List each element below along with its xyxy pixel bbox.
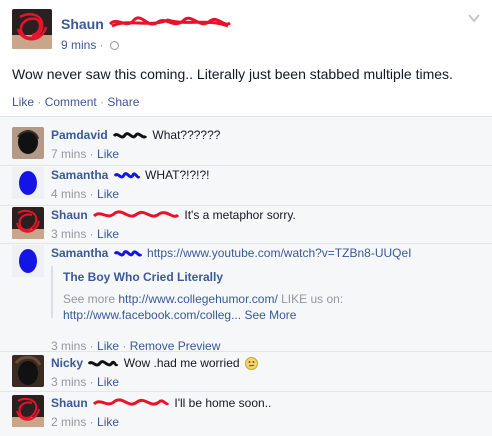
facebook-link[interactable]: http://www.facebook.com/colleg... — [63, 308, 241, 322]
like-us-text: LIKE us on: — [281, 292, 344, 306]
link-preview-description: See more http://www.collegehumor.com/ LI… — [63, 291, 443, 323]
avatar-image — [12, 127, 44, 159]
avatar-image — [12, 207, 44, 239]
redacted-name-scribble — [92, 398, 170, 406]
comment-like-link[interactable]: Like — [97, 375, 119, 389]
post-timestamp[interactable]: 9 mins — [61, 38, 96, 52]
comment-like-link[interactable]: Like — [97, 415, 119, 429]
like-link[interactable]: Like — [12, 95, 34, 109]
comment-url-link[interactable]: https://www.youtube.com/watch?v=TZBn8-UU… — [147, 246, 411, 260]
divider — [0, 391, 492, 392]
comment-body: Samantha https://www.youtube.com/watch?v… — [51, 245, 484, 261]
comment-meta: 4 mins · Like — [51, 186, 484, 202]
separator: · — [86, 147, 98, 161]
comment-text: Wow .had me worried — [123, 356, 240, 370]
link-preview[interactable]: The Boy Who Cried Literally See more htt… — [51, 266, 443, 322]
comment-like-link[interactable]: Like — [97, 147, 119, 161]
separator: · — [86, 415, 98, 429]
comment-text: WHAT?!?!?! — [145, 168, 210, 182]
divider — [0, 205, 492, 206]
comment-body: Shaun I'll be home soon.. 2 mins · Like — [51, 395, 484, 430]
divider — [0, 351, 492, 352]
see-more-text: See more — [63, 292, 116, 306]
comment-time[interactable]: 2 mins — [51, 415, 86, 429]
comment-avatar[interactable] — [12, 245, 44, 277]
separator: · — [86, 227, 98, 241]
comment-meta: 2 mins · Like — [51, 414, 484, 430]
comment-avatar[interactable] — [12, 355, 44, 387]
comment-item: Shaun It's a metaphor sorry. 3 mins · Li… — [12, 207, 484, 241]
comment-item: Nicky Wow .had me worried 3 mins · Like — [12, 355, 484, 389]
comment-item: Pamdavid What?????? 7 mins · Like — [12, 127, 484, 161]
redacted-name-scribble — [113, 250, 143, 257]
smiley-icon — [244, 357, 258, 370]
comment-meta: 3 mins · Like — [51, 374, 484, 390]
avatar-image — [12, 245, 44, 277]
chevron-down-icon[interactable] — [468, 13, 480, 23]
comment-avatar[interactable] — [12, 207, 44, 239]
comment-text: I'll be home soon.. — [174, 396, 272, 410]
comment-avatar[interactable] — [12, 127, 44, 159]
comment-time[interactable]: 3 mins — [51, 227, 86, 241]
comment-like-link[interactable]: Like — [97, 187, 119, 201]
comment-author[interactable]: Nicky — [51, 356, 83, 370]
separator: · — [34, 95, 45, 109]
comment-like-link[interactable]: Like — [97, 227, 119, 241]
comment-item: Shaun I'll be home soon.. 2 mins · Like — [12, 395, 484, 429]
redacted-name-scribble — [112, 132, 148, 139]
comment-meta: 3 mins · Like — [51, 226, 484, 242]
separator: · — [96, 95, 108, 109]
comment-text: It's a metaphor sorry. — [184, 208, 296, 222]
comment-time[interactable]: 4 mins — [51, 187, 86, 201]
comment-avatar[interactable] — [12, 395, 44, 427]
divider — [0, 243, 492, 244]
comment-item: Samantha WHAT?!?!?! 4 mins · Like — [12, 167, 484, 201]
comment-time[interactable]: 3 mins — [51, 375, 86, 389]
globe-icon[interactable] — [110, 41, 120, 50]
comment-author[interactable]: Shaun — [51, 396, 88, 410]
redacted-name-scribble — [92, 210, 180, 218]
divider — [0, 165, 492, 166]
comment-body: Pamdavid What?????? 7 mins · Like — [51, 127, 484, 162]
collegehumor-link[interactable]: http://www.collegehumor.com/ — [118, 292, 277, 306]
comment-meta: 7 mins · Like — [51, 146, 484, 162]
post-actions: Like · Comment · Share — [12, 95, 139, 109]
separator: · — [86, 187, 98, 201]
comment-author[interactable]: Samantha — [51, 246, 108, 260]
comment-body: Samantha WHAT?!?!?! 4 mins · Like — [51, 167, 484, 202]
redacted-name-scribble — [88, 360, 119, 367]
post-author-name[interactable]: Shaun — [61, 16, 104, 32]
link-preview-title[interactable]: The Boy Who Cried Literally — [63, 270, 443, 284]
comment-link[interactable]: Comment — [45, 95, 97, 109]
post-author-avatar[interactable] — [12, 9, 52, 49]
post-meta: 9 mins · — [61, 38, 120, 52]
separator: · — [86, 375, 98, 389]
comments-section: Pamdavid What?????? 7 mins · Like Samant… — [0, 116, 492, 436]
avatar-image — [12, 355, 44, 387]
redacted-name-scribble — [113, 172, 141, 179]
separator: · — [96, 38, 108, 52]
comment-author[interactable]: Shaun — [51, 208, 88, 222]
post-header: Shaun 9 mins · — [12, 9, 480, 53]
comment-body: Nicky Wow .had me worried 3 mins · Like — [51, 355, 484, 390]
avatar-image — [12, 167, 44, 199]
redacted-name-scribble — [108, 16, 231, 28]
comment-time[interactable]: 7 mins — [51, 147, 86, 161]
share-link[interactable]: Share — [107, 95, 139, 109]
avatar-image — [12, 395, 44, 427]
avatar-image — [12, 9, 52, 49]
see-more-link[interactable]: See More — [244, 308, 296, 322]
comment-author[interactable]: Samantha — [51, 168, 108, 182]
post-text: Wow never saw this coming.. Literally ju… — [12, 66, 453, 82]
comment-avatar[interactable] — [12, 167, 44, 199]
comment-text: What?????? — [152, 128, 221, 142]
comment-author[interactable]: Pamdavid — [51, 128, 108, 142]
comment-body: Shaun It's a metaphor sorry. 3 mins · Li… — [51, 207, 484, 242]
